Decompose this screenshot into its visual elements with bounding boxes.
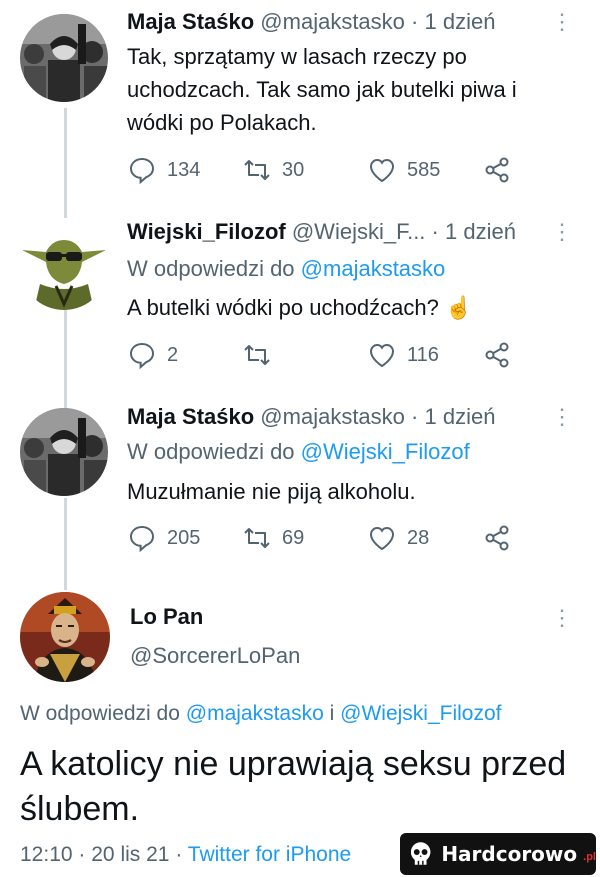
yoda-sunglasses-avatar-icon	[20, 222, 108, 310]
author-name[interactable]: Lo Pan	[130, 604, 203, 630]
reply-context: W odpowiedzi do @Wiejski_Filozof	[127, 438, 470, 466]
sorcerer-avatar-icon	[20, 592, 110, 682]
tweet-header: Wiejski_Filozof @Wiejski_F... · 1 dzień	[127, 218, 516, 246]
reply-context: W odpowiedzi do @majakstasko	[127, 255, 445, 283]
mention-link[interactable]: @majakstasko	[186, 702, 324, 725]
retweet-count: 30	[282, 158, 305, 181]
pointing-up-emoji-icon: ☝	[445, 295, 473, 320]
heart-icon	[369, 343, 395, 368]
reply-prefix: W odpowiedzi do	[127, 439, 295, 464]
tweet-text: Tak, sprzątamy w lasach rzeczy po uchodz…	[127, 44, 517, 135]
tweet-text-content: A butelki wódki po uchodźcach?	[127, 295, 439, 320]
reply-joiner: i	[329, 702, 335, 725]
like-count: 585	[407, 158, 441, 181]
like-button[interactable]: 585	[367, 155, 440, 185]
separator: ·	[175, 843, 183, 866]
author-handle[interactable]: @SorcererLoPan	[130, 643, 300, 669]
tweet-actions: 205 69 28	[127, 523, 527, 553]
separator: ·	[411, 9, 419, 34]
retweet-button[interactable]: 69	[242, 523, 304, 553]
like-button[interactable]: 28	[367, 523, 429, 553]
timestamp[interactable]: 1 dzień	[424, 9, 495, 34]
reply-button[interactable]: 134	[127, 155, 200, 185]
tweet-header: Maja Staśko @majakstasko · 1 dzień	[127, 403, 495, 431]
author-name[interactable]: Maja Staśko	[127, 404, 254, 429]
tweet-text: Muzułmanie nie piją alkoholu.	[127, 479, 416, 504]
avatar[interactable]	[20, 592, 110, 682]
watermark: Hardcorowo .pl	[400, 833, 596, 875]
more-options-icon[interactable]: ⋮	[551, 218, 573, 246]
separator: ·	[431, 219, 439, 244]
author-handle[interactable]: @majakstasko	[260, 404, 405, 429]
watermark-text: Hardcorowo	[441, 842, 578, 866]
mention-link[interactable]: @majakstasko	[301, 256, 446, 281]
share-button[interactable]	[482, 523, 512, 553]
share-button[interactable]	[482, 340, 512, 370]
like-count: 116	[407, 343, 439, 366]
reply-icon	[129, 157, 155, 185]
author-name[interactable]: Maja Staśko	[127, 9, 254, 34]
retweet-button[interactable]	[242, 340, 282, 370]
share-icon	[485, 525, 509, 551]
author-handle[interactable]: @majakstasko	[260, 9, 405, 34]
tweet-text: A katolicy nie uprawiają seksu przed ślu…	[20, 745, 567, 828]
tweet[interactable]: Maja Staśko @majakstasko · 1 dzień ⋮ Tak…	[0, 0, 600, 200]
tweet-actions: 134 30 585	[127, 155, 527, 185]
retweet-icon	[244, 528, 270, 548]
like-count: 28	[407, 526, 430, 549]
tweet-text: A butelki wódki po uchodźcach? ☝	[127, 291, 577, 324]
mention-link[interactable]: @Wiejski_Filozof	[340, 702, 501, 725]
mention-link[interactable]: @Wiejski_Filozof	[301, 439, 470, 464]
crowd-photo-avatar-icon	[20, 14, 108, 102]
skull-icon	[410, 842, 431, 865]
reply-button[interactable]: 2	[127, 340, 178, 370]
author-handle[interactable]: @Wiejski_F...	[292, 219, 426, 244]
reply-prefix: W odpowiedzi do	[20, 702, 180, 725]
timestamp[interactable]: 1 dzień	[424, 404, 495, 429]
avatar[interactable]	[20, 222, 108, 310]
tweet-actions: 2 116	[127, 340, 527, 370]
tweet[interactable]: Wiejski_Filozof @Wiejski_F... · 1 dzień …	[0, 210, 600, 395]
watermark-tld: .pl	[583, 851, 596, 863]
post-date[interactable]: 20 lis 21	[91, 843, 169, 866]
more-options-icon[interactable]: ⋮	[551, 604, 573, 632]
post-time[interactable]: 12:10	[20, 843, 73, 866]
reply-prefix: W odpowiedzi do	[127, 256, 295, 281]
retweet-icon	[244, 345, 270, 365]
like-button[interactable]: 116	[367, 340, 439, 370]
author-name[interactable]: Wiejski_Filozof	[127, 219, 286, 244]
reply-icon	[129, 342, 155, 370]
more-options-icon[interactable]: ⋮	[551, 8, 573, 36]
share-icon	[485, 157, 509, 183]
heart-icon	[369, 158, 395, 183]
reply-count: 205	[167, 526, 201, 549]
avatar[interactable]	[20, 408, 108, 496]
tweet-metadata: 12:10 · 20 lis 21 · Twitter for iPhone	[20, 843, 351, 867]
retweet-count: 69	[282, 526, 305, 549]
more-options-icon[interactable]: ⋮	[551, 403, 573, 431]
source-link[interactable]: Twitter for iPhone	[188, 843, 351, 866]
reply-count: 134	[167, 158, 201, 181]
crowd-photo-avatar-icon	[20, 408, 108, 496]
reply-count: 2	[167, 343, 179, 366]
tweet[interactable]: Maja Staśko @majakstasko · 1 dzień ⋮ W o…	[0, 395, 600, 580]
heart-icon	[369, 526, 395, 551]
retweet-icon	[244, 160, 270, 180]
reply-context: W odpowiedzi do @majakstasko i @Wiejski_…	[20, 702, 502, 726]
timestamp[interactable]: 1 dzień	[445, 219, 516, 244]
share-button[interactable]	[482, 155, 512, 185]
reply-icon	[129, 525, 155, 553]
separator: ·	[78, 843, 86, 866]
share-icon	[485, 342, 509, 368]
retweet-button[interactable]: 30	[242, 155, 304, 185]
tweet-header: Maja Staśko @majakstasko · 1 dzień	[127, 8, 495, 36]
separator: ·	[411, 404, 419, 429]
reply-button[interactable]: 205	[127, 523, 200, 553]
avatar[interactable]	[20, 14, 108, 102]
